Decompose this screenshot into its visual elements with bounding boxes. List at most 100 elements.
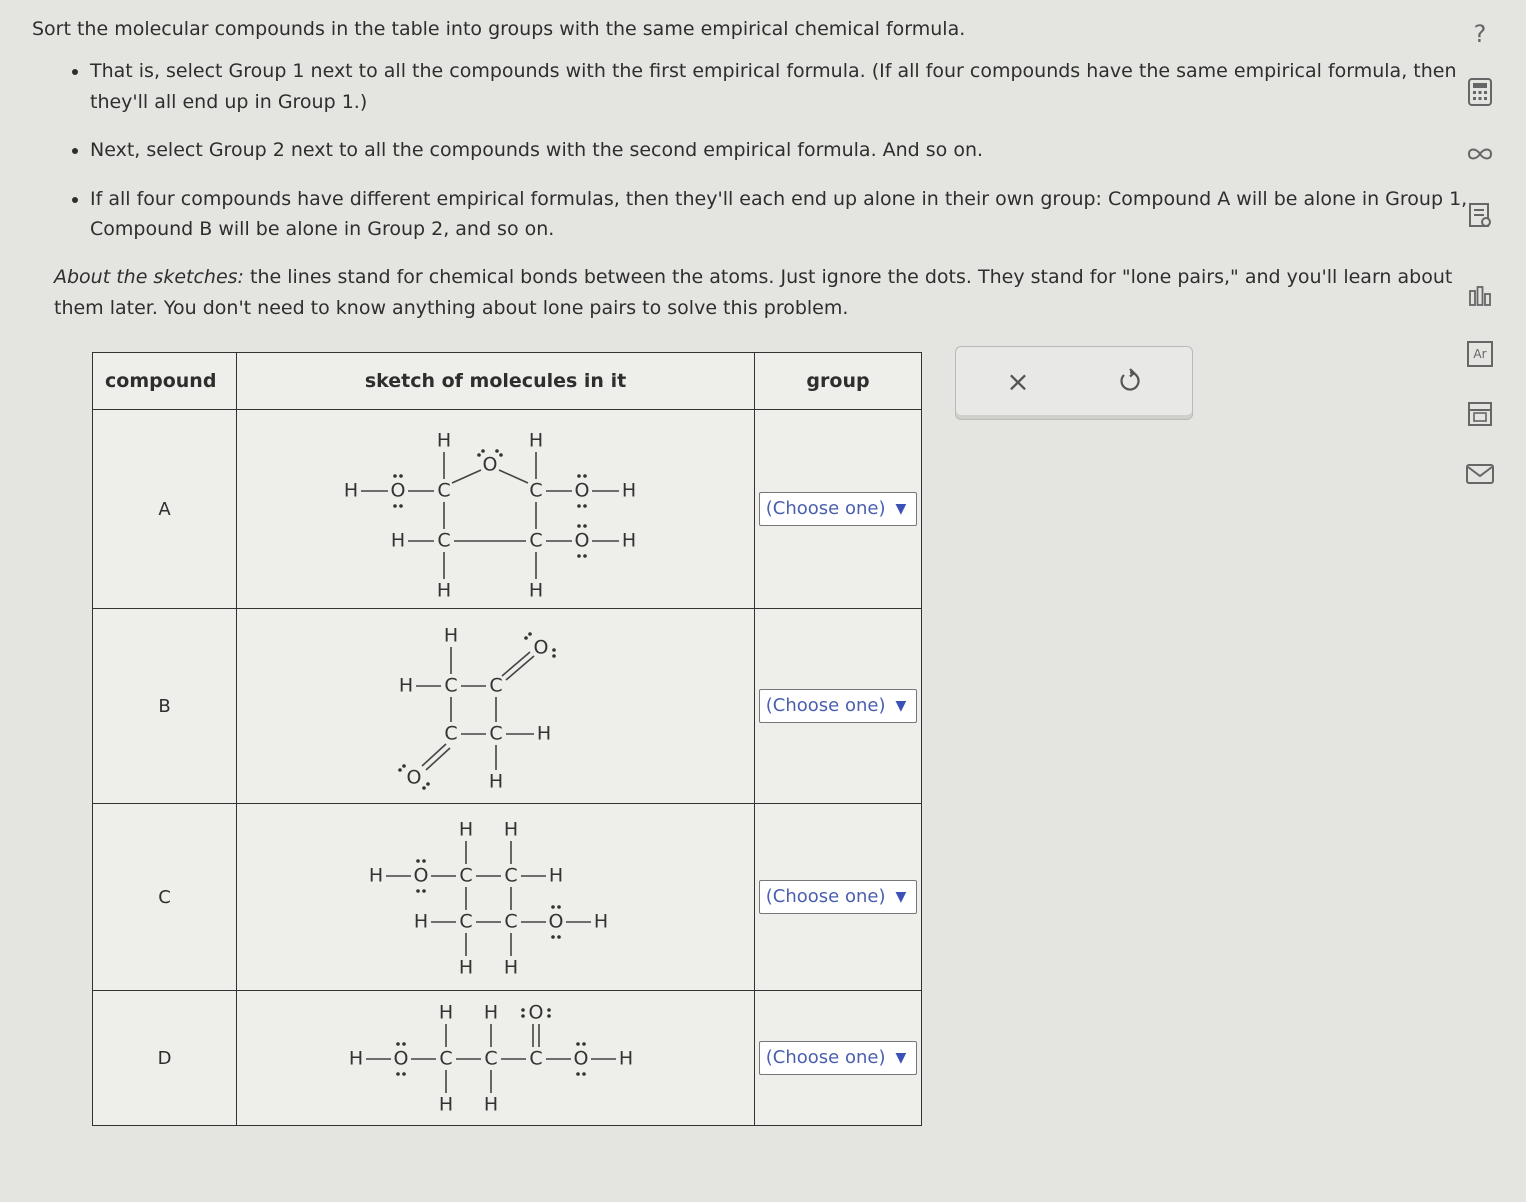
molecule-sketch-b: H O H C C C C H O H	[236, 608, 755, 804]
atom-h: H	[536, 723, 550, 745]
atom-h: H	[528, 430, 542, 452]
about-sketches: About the sketches: the lines stand for …	[32, 262, 1472, 323]
compound-name: A	[92, 409, 237, 609]
data-sheet-button[interactable]	[1460, 196, 1500, 236]
atom-c: C	[459, 911, 472, 933]
about-sketches-label: About the sketches:	[54, 266, 244, 289]
atom-h: H	[398, 675, 412, 697]
instructions: Sort the molecular compounds in the tabl…	[32, 14, 1472, 323]
molecule-sketch-a: H H H O C O C O H H C C O H H H	[236, 409, 755, 609]
header-compound: compound	[92, 352, 237, 410]
molecule-sketch-d: H H O H O C C C O H H H	[236, 990, 755, 1126]
atom-o: O	[393, 1048, 408, 1070]
close-icon: ×	[1006, 364, 1030, 398]
dropdown-arrow-icon: ▼	[895, 500, 907, 517]
undo-button[interactable]	[1112, 363, 1148, 399]
structure-b: H O H C C C C H O H	[397, 625, 556, 793]
atom-h: H	[621, 480, 635, 502]
calendar-button[interactable]	[1460, 394, 1500, 434]
atom-c: C	[504, 911, 517, 933]
atom-h: H	[528, 580, 542, 600]
atom-o: O	[574, 480, 589, 502]
atom-h: H	[621, 530, 635, 552]
instruction-bullet-3: If all four compounds have different emp…	[90, 184, 1472, 245]
structure-d: H H O H O C C C O H H H	[348, 1002, 632, 1116]
atom-c: C	[459, 865, 472, 887]
atom-h: H	[436, 580, 450, 600]
atom-h: H	[483, 1002, 497, 1024]
atom-c: C	[504, 865, 517, 887]
atom-c: C	[529, 530, 542, 552]
instructions-heading: Sort the molecular compounds in the tabl…	[32, 18, 966, 40]
group-select-a[interactable]: (Choose one) ▼	[758, 492, 918, 526]
table-row: B H O H C C C C H O H (Choose one) ▼	[92, 608, 922, 804]
atom-h: H	[483, 1094, 497, 1116]
atom-c: C	[529, 480, 542, 502]
atom-o: O	[528, 1002, 543, 1024]
atom-c: C	[489, 723, 502, 745]
atom-c: C	[529, 1048, 542, 1070]
bonds	[385, 841, 591, 956]
dropdown-arrow-icon: ▼	[895, 1049, 907, 1066]
atom-h: H	[348, 1048, 362, 1070]
data-sheet-icon	[1469, 203, 1491, 227]
structure-c: H H H O C C H H C C O H H H	[368, 819, 607, 979]
atom-h: H	[503, 819, 517, 841]
instruction-bullet-2: Next, select Group 2 next to all the com…	[90, 135, 1472, 165]
atom-h: H	[548, 865, 562, 887]
atom-o: O	[390, 480, 405, 502]
undo-icon	[1120, 368, 1140, 391]
atom-h: H	[343, 480, 357, 502]
table-row: A H H H O C O C O H H C C O H H H (Choos…	[92, 409, 922, 609]
compound-name: B	[92, 608, 237, 804]
atom-h: H	[438, 1002, 452, 1024]
answer-action-panel: ×	[955, 346, 1193, 420]
group-cell: (Choose one) ▼	[754, 803, 922, 991]
bar-chart-button[interactable]	[1460, 276, 1500, 316]
group-cell: (Choose one) ▼	[754, 409, 922, 609]
table-header-row: compound sketch of molecules in it group	[92, 352, 922, 410]
atom-c: C	[437, 530, 450, 552]
atom-o: O	[406, 767, 421, 789]
bar-chart-icon	[1469, 286, 1491, 306]
group-select-c[interactable]: (Choose one) ▼	[758, 880, 918, 914]
molecule-sketch-c: H H H O C C H H C C O H H H	[236, 803, 755, 991]
atom-c: C	[489, 675, 502, 697]
compound-name: C	[92, 803, 237, 991]
help-button[interactable]: ?	[1460, 14, 1500, 54]
mail-icon	[1466, 464, 1494, 484]
atom-h: H	[413, 911, 427, 933]
select-value: (Choose one)	[765, 886, 886, 907]
table-row: C H H H O C C H H C C O H H H (Choose on…	[92, 803, 922, 991]
periodic-table-label: Ar	[1473, 347, 1486, 361]
atom-h: H	[443, 625, 457, 647]
atom-h: H	[438, 1094, 452, 1116]
atom-o: O	[548, 911, 563, 933]
dropdown-arrow-icon: ▼	[895, 888, 907, 905]
calculator-button[interactable]	[1460, 72, 1500, 112]
group-select-b[interactable]: (Choose one) ▼	[758, 689, 918, 723]
atom-h: H	[390, 530, 404, 552]
group-cell: (Choose one) ▼	[754, 608, 922, 804]
atom-h: H	[503, 957, 517, 979]
group-select-d[interactable]: (Choose one) ▼	[758, 1041, 918, 1075]
calendar-icon	[1468, 402, 1492, 426]
lone-pairs	[397, 632, 556, 790]
atom-o: O	[533, 637, 548, 659]
header-sketch: sketch of molecules in it	[236, 352, 755, 410]
atom-h: H	[593, 911, 607, 933]
compounds-table: compound sketch of molecules in it group…	[92, 352, 922, 1126]
atom-h: H	[458, 819, 472, 841]
clear-button[interactable]: ×	[1000, 363, 1036, 399]
atom-c: C	[439, 1048, 452, 1070]
about-sketches-text: the lines stand for chemical bonds betwe…	[54, 266, 1453, 319]
calculator-icon	[1468, 78, 1492, 106]
atom-h: H	[618, 1048, 632, 1070]
header-group: group	[754, 352, 922, 410]
mail-button[interactable]	[1460, 454, 1500, 494]
periodic-table-button[interactable]: Ar	[1460, 334, 1500, 374]
instruction-bullet-1: That is, select Group 1 next to all the …	[90, 56, 1472, 117]
atom-c: C	[437, 480, 450, 502]
compound-name: D	[92, 990, 237, 1126]
infinity-button[interactable]	[1460, 134, 1500, 174]
